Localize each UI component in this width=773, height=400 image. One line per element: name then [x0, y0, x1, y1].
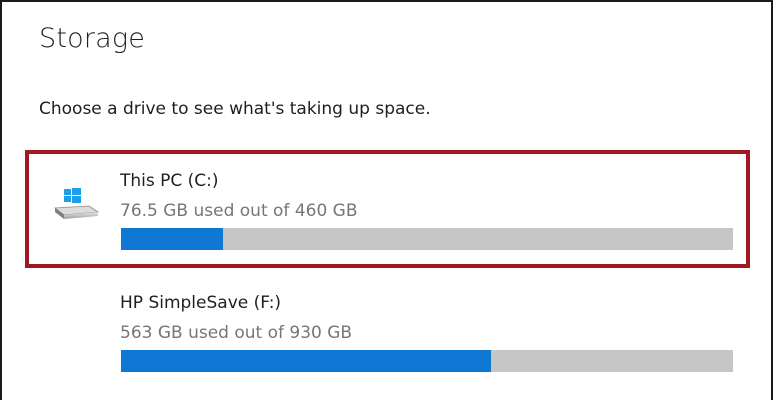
drive-item-f[interactable]: HP SimpleSave (F:) 563 GB used out of 93… — [25, 272, 750, 390]
page-title: Storage — [39, 23, 146, 54]
storage-settings-panel: Storage Choose a drive to see what's tak… — [0, 0, 773, 400]
windows-drive-icon — [49, 184, 105, 224]
drive-name: HP SimpleSave (F:) — [120, 293, 282, 313]
drive-item-c[interactable]: This PC (C:) 76.5 GB used out of 460 GB — [25, 150, 750, 268]
usage-bar — [121, 350, 733, 372]
usage-bar-fill — [121, 228, 223, 250]
drive-name: This PC (C:) — [120, 171, 219, 191]
page-description: Choose a drive to see what's taking up s… — [39, 99, 431, 119]
drive-usage-text: 563 GB used out of 930 GB — [120, 323, 353, 343]
drive-usage-text: 76.5 GB used out of 460 GB — [120, 201, 358, 221]
usage-bar — [121, 228, 733, 250]
usage-bar-fill — [121, 350, 492, 372]
